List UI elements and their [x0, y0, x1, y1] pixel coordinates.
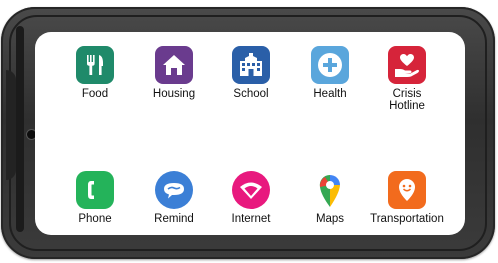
home-screen: Food Housing School Health Crisis Hotlin… [35, 32, 465, 235]
app-label: Health [313, 88, 347, 100]
app-label: Crisis Hotline [389, 88, 425, 110]
house-icon [155, 46, 193, 84]
app-remind[interactable]: Remind [134, 171, 214, 225]
app-label: Maps [315, 213, 345, 225]
phone-bezel [16, 26, 24, 232]
app-food[interactable]: Food [55, 46, 135, 100]
rideshare-smile-icon [388, 171, 426, 209]
app-school[interactable]: School [211, 46, 291, 100]
app-label: Housing [152, 88, 196, 100]
map-pin-icon [311, 171, 349, 209]
app-crisis-hotline[interactable]: Crisis Hotline [367, 46, 447, 110]
health-plus-icon [311, 46, 349, 84]
app-transportation[interactable]: Transportation [367, 171, 447, 225]
app-internet[interactable]: Internet [211, 171, 291, 225]
utensils-icon [76, 46, 114, 84]
school-icon [232, 46, 270, 84]
app-label: Remind [154, 213, 194, 225]
app-label: Food [81, 88, 109, 100]
chat-bubble-icon [155, 171, 193, 209]
app-label: Phone [78, 213, 112, 225]
app-label-line-1: Crisis [392, 88, 422, 100]
app-label: School [233, 88, 269, 100]
app-label-line-2: Hotline [389, 100, 425, 110]
case-side-notch [6, 70, 16, 180]
wifi-icon [232, 171, 270, 209]
app-label: Internet [231, 213, 271, 225]
app-phone[interactable]: Phone [55, 171, 135, 225]
heart-hand-icon [388, 46, 426, 84]
app-health[interactable]: Health [290, 46, 370, 100]
app-housing[interactable]: Housing [134, 46, 214, 100]
app-label: Transportation [370, 213, 444, 225]
phone-icon [76, 171, 114, 209]
app-maps[interactable]: Maps [290, 171, 370, 225]
